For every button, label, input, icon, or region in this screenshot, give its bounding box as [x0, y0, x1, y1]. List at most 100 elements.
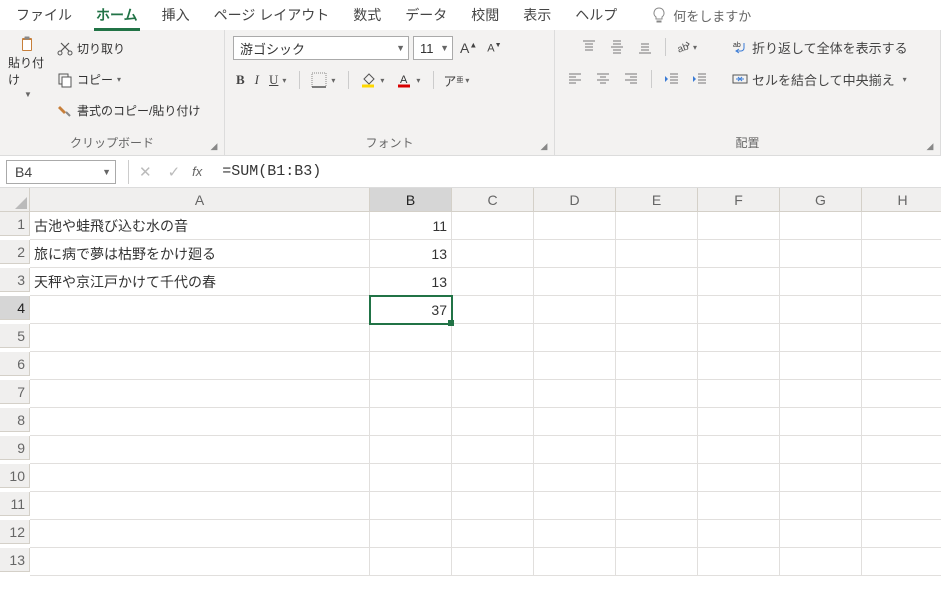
cell[interactable] — [780, 408, 862, 436]
bold-button[interactable]: B — [233, 70, 248, 90]
cell[interactable] — [698, 352, 780, 380]
cell[interactable] — [370, 324, 452, 352]
cell[interactable] — [862, 212, 941, 240]
cell[interactable] — [452, 492, 534, 520]
cell[interactable] — [862, 436, 941, 464]
cell[interactable] — [780, 324, 862, 352]
cell[interactable] — [780, 268, 862, 296]
cell[interactable] — [698, 520, 780, 548]
row-header[interactable]: 2 — [0, 240, 30, 264]
cell[interactable] — [780, 436, 862, 464]
cell[interactable] — [698, 408, 780, 436]
cell[interactable] — [30, 408, 370, 436]
cell[interactable] — [616, 352, 698, 380]
align-bottom-button[interactable] — [633, 36, 657, 58]
tab-insert[interactable]: 挿入 — [152, 1, 200, 29]
font-dialog-launcher[interactable]: ◢ — [537, 139, 551, 153]
cell[interactable] — [30, 520, 370, 548]
increase-font-button[interactable]: A▲ — [457, 38, 480, 58]
cell[interactable] — [370, 436, 452, 464]
row-header[interactable]: 11 — [0, 492, 30, 516]
cell[interactable] — [534, 492, 616, 520]
row-header[interactable]: 4 — [0, 296, 30, 320]
cell[interactable] — [616, 212, 698, 240]
align-top-button[interactable] — [577, 36, 601, 58]
cell[interactable] — [616, 408, 698, 436]
cell[interactable] — [30, 324, 370, 352]
cell[interactable] — [534, 520, 616, 548]
cell[interactable] — [780, 380, 862, 408]
column-header[interactable]: C — [452, 188, 534, 212]
cell[interactable] — [862, 520, 941, 548]
merge-center-button[interactable]: セルを結合して中央揃え ▾ — [726, 68, 915, 90]
tab-review[interactable]: 校閲 — [461, 1, 509, 29]
cell[interactable] — [616, 240, 698, 268]
enter-formula-button[interactable]: ✓ — [164, 163, 185, 181]
cancel-formula-button[interactable]: ✕ — [135, 163, 156, 181]
row-header[interactable]: 8 — [0, 408, 30, 432]
row-header[interactable]: 5 — [0, 324, 30, 348]
decrease-font-button[interactable]: A▼ — [484, 40, 504, 57]
borders-button[interactable]: ▾ — [308, 70, 340, 90]
cell[interactable] — [370, 464, 452, 492]
paste-button[interactable]: 貼り付け ▼ — [8, 36, 46, 98]
cell[interactable] — [862, 352, 941, 380]
cell[interactable] — [616, 268, 698, 296]
italic-button[interactable]: I — [252, 70, 262, 90]
column-header[interactable]: E — [616, 188, 698, 212]
cell[interactable] — [452, 352, 534, 380]
cell[interactable] — [780, 492, 862, 520]
cell[interactable] — [780, 520, 862, 548]
cell[interactable] — [534, 408, 616, 436]
cell[interactable] — [616, 520, 698, 548]
row-header[interactable]: 1 — [0, 212, 30, 236]
align-right-button[interactable] — [619, 68, 643, 90]
cell[interactable] — [616, 464, 698, 492]
name-box[interactable]: B4 ▼ — [6, 160, 116, 184]
cell[interactable] — [698, 296, 780, 324]
tab-page-layout[interactable]: ページ レイアウト — [204, 1, 340, 29]
cell[interactable] — [452, 240, 534, 268]
cell[interactable] — [30, 352, 370, 380]
cell[interactable] — [534, 548, 616, 576]
column-header[interactable]: F — [698, 188, 780, 212]
row-header[interactable]: 10 — [0, 464, 30, 488]
tab-help[interactable]: ヘルプ — [565, 1, 627, 29]
cell[interactable] — [698, 324, 780, 352]
column-header[interactable]: G — [780, 188, 862, 212]
cell[interactable] — [452, 548, 534, 576]
tab-home[interactable]: ホーム — [86, 1, 148, 29]
wrap-text-button[interactable]: ab 折り返して全体を表示する — [726, 36, 914, 58]
cell[interactable] — [862, 408, 941, 436]
row-header[interactable]: 12 — [0, 520, 30, 544]
cell[interactable] — [534, 212, 616, 240]
alignment-dialog-launcher[interactable]: ◢ — [923, 139, 937, 153]
fx-icon[interactable]: fx — [192, 164, 202, 179]
tell-me-search[interactable]: 何をしますか — [651, 6, 751, 25]
cell[interactable]: 旅に病で夢は枯野をかけ廻る — [30, 240, 370, 268]
worksheet-grid[interactable]: ABCDEFGH1古池や蛙飛び込む水の音112旅に病で夢は枯野をかけ廻る133天… — [0, 188, 941, 576]
font-name-combo[interactable]: 游ゴシック ▼ — [233, 36, 409, 60]
cell[interactable] — [698, 548, 780, 576]
clipboard-dialog-launcher[interactable]: ◢ — [207, 139, 221, 153]
cell[interactable] — [862, 296, 941, 324]
cell[interactable] — [452, 436, 534, 464]
cell[interactable] — [780, 464, 862, 492]
row-header[interactable]: 6 — [0, 352, 30, 376]
cell[interactable]: 13 — [370, 240, 452, 268]
cell[interactable] — [370, 520, 452, 548]
cell[interactable]: 天秤や京江戸かけて千代の春 — [30, 268, 370, 296]
cell[interactable] — [452, 520, 534, 548]
column-header[interactable]: B — [370, 188, 452, 212]
ruby-button[interactable]: ア亜 ▾ — [442, 70, 474, 90]
cell[interactable] — [862, 240, 941, 268]
copy-button[interactable]: コピー ▾ — [54, 69, 126, 90]
cell[interactable] — [534, 380, 616, 408]
orientation-button[interactable]: ab▾ — [674, 36, 698, 58]
cell[interactable] — [534, 240, 616, 268]
cell[interactable] — [616, 296, 698, 324]
tab-formulas[interactable]: 数式 — [343, 1, 391, 29]
cut-button[interactable]: 切り取り — [54, 38, 128, 59]
cell[interactable] — [452, 408, 534, 436]
cell[interactable] — [862, 548, 941, 576]
